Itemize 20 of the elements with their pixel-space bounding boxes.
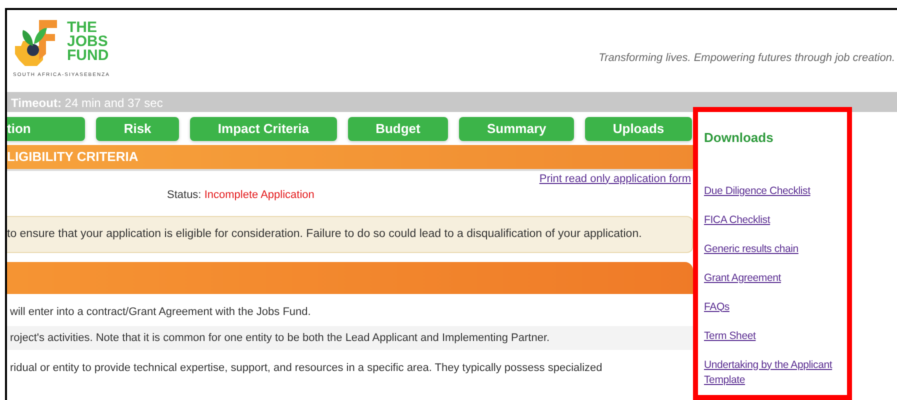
download-link[interactable]: Generic results chain (704, 242, 845, 256)
download-link[interactable]: FICA Checklist (704, 212, 845, 228)
logo-text: THE (67, 21, 97, 35)
logo-text: FUND (67, 49, 109, 63)
download-link[interactable]: Term Sheet (704, 328, 845, 344)
print-link[interactable]: Print read only application form (539, 172, 691, 184)
download-link[interactable]: Due Diligence Checklist (704, 184, 845, 198)
paragraph: ridual or entity to provide technical expertise, support, and resources in a specific area. They typically possess specialized (9, 360, 604, 376)
section-header: LIGIBILITY CRITERIA (7, 144, 693, 170)
download-link[interactable]: FAQs (704, 300, 845, 314)
notice-alert: to ensure that your application is eligible for consideration. Failure to do so could lead to a disqualification of your application. (7, 216, 693, 253)
downloads-title: Downloads (704, 129, 774, 147)
tagline: Transforming lives. Empowering futures through job creation. (598, 51, 895, 66)
paragraph: will enter into a contract/Grant Agreement with the Jobs Fund. (9, 304, 312, 320)
status-label: Status: (167, 188, 202, 200)
logo-text: JOBS (67, 35, 109, 49)
paragraph: roject's activities. Note that it is common for one entity to be both the Lead Applicant and Implementing Partner. (7, 326, 693, 350)
download-link[interactable]: Grant Agreement (704, 270, 845, 286)
download-link[interactable]: Undertaking by the Applicant Template (704, 358, 845, 388)
status-value: Incomplete Application (204, 188, 314, 200)
